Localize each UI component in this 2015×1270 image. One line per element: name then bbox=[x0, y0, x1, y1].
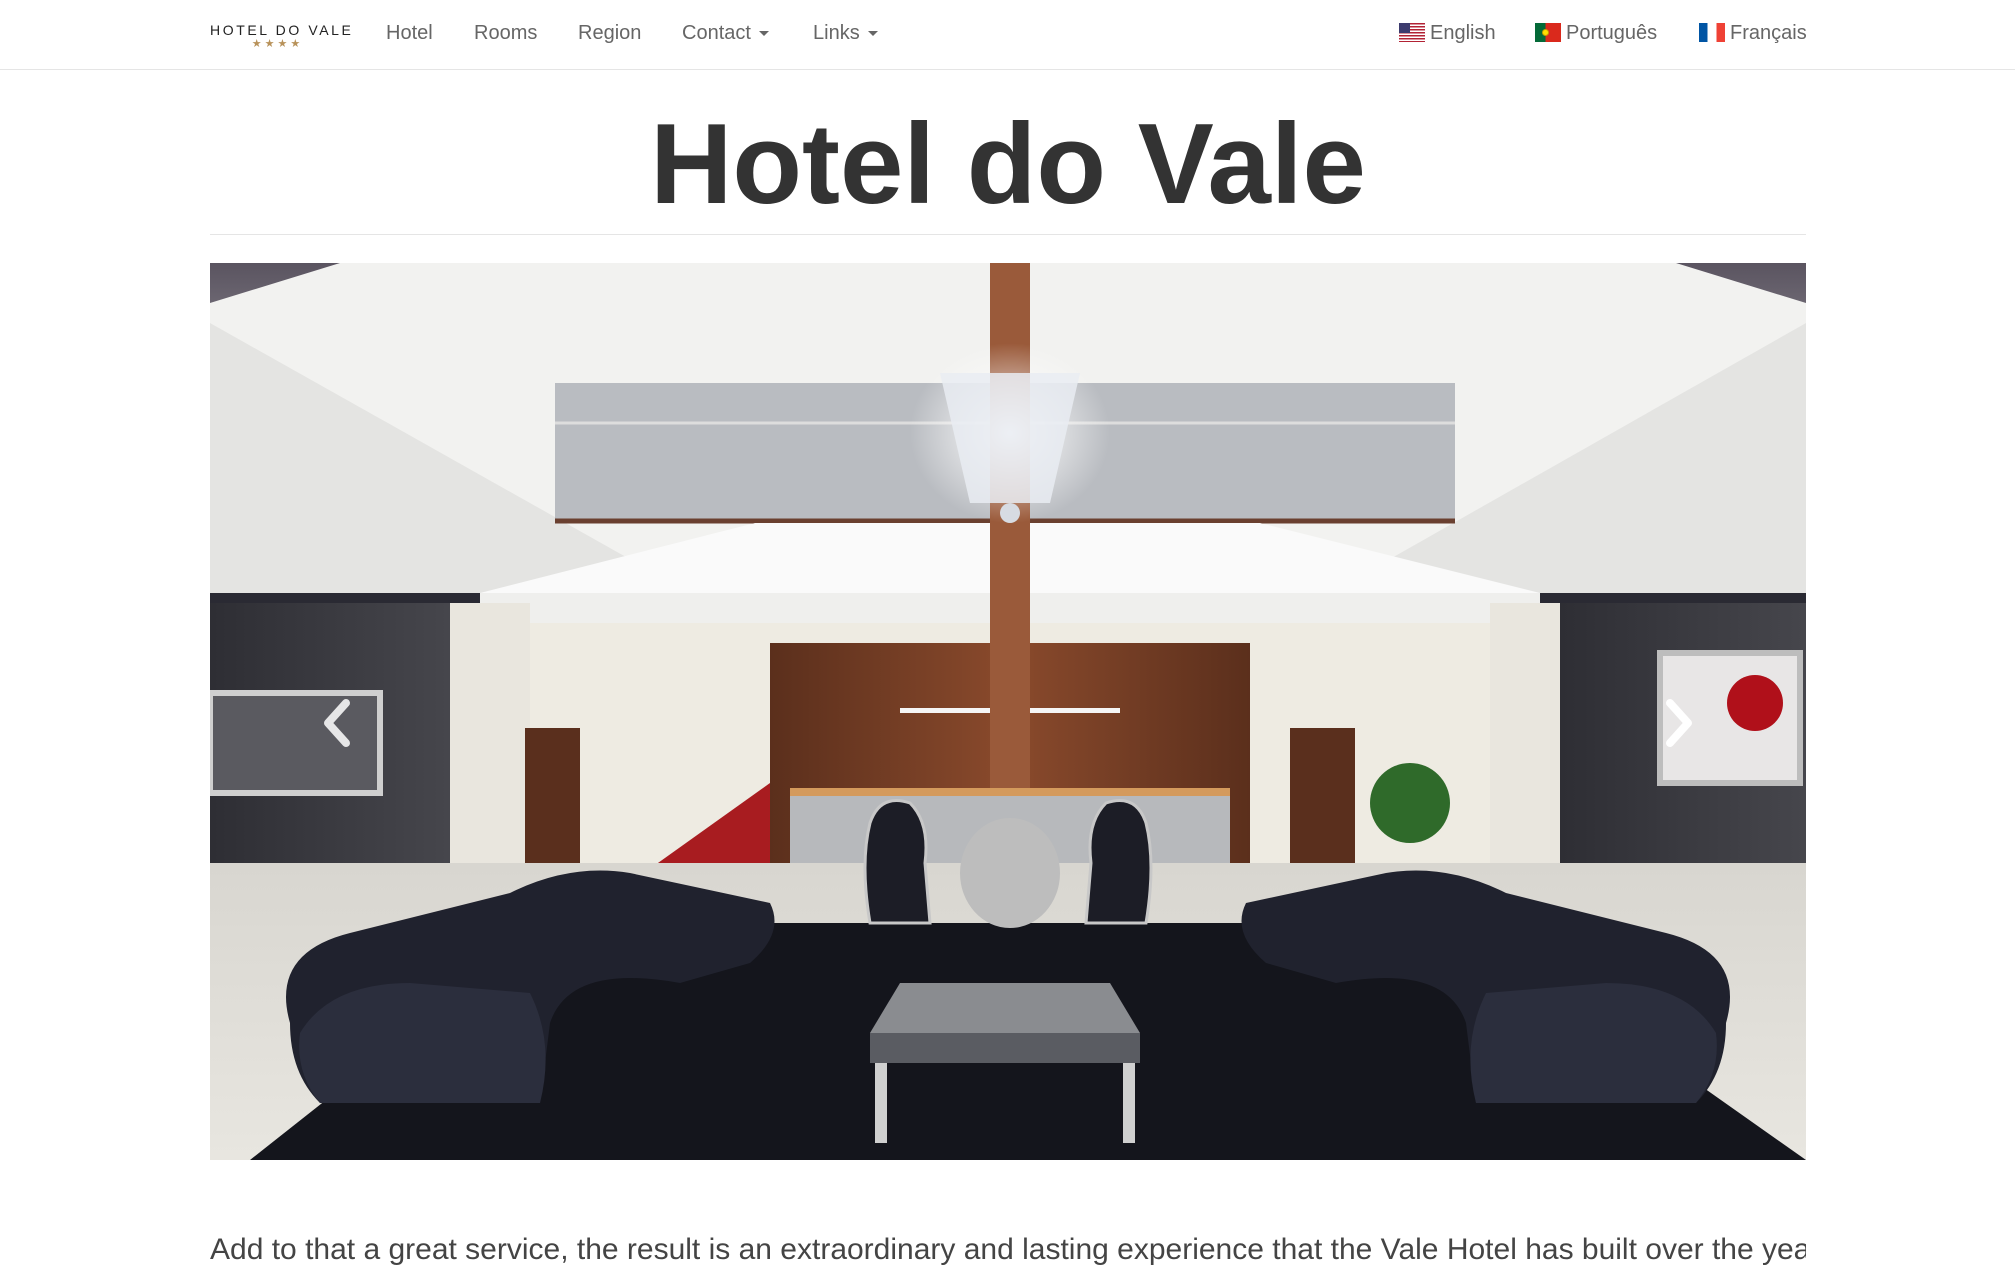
us-flag-icon bbox=[1399, 23, 1425, 42]
nav-item-contact-label: Contact bbox=[682, 22, 751, 44]
brand-stars: ★★★★ bbox=[251, 38, 304, 50]
image-carousel[interactable] bbox=[210, 263, 1806, 1160]
title-divider bbox=[210, 234, 1806, 235]
page-title: Hotel do Vale bbox=[650, 101, 1366, 228]
nav-item-hotel[interactable]: Hotel bbox=[386, 22, 433, 45]
lang-french-label: Français bbox=[1730, 22, 1807, 44]
hotel-lobby-photo bbox=[210, 263, 1806, 1160]
lang-english[interactable]: English bbox=[1399, 22, 1496, 45]
caret-down-icon bbox=[867, 31, 878, 37]
brand-name: HOTEL DO VALE bbox=[210, 22, 354, 38]
nav-item-links[interactable]: Links bbox=[813, 22, 878, 45]
nav-item-rooms[interactable]: Rooms bbox=[474, 22, 537, 45]
chevron-right-icon[interactable] bbox=[1658, 693, 1698, 753]
nav-item-region[interactable]: Region bbox=[578, 22, 641, 45]
lang-portuguese-label: Português bbox=[1566, 22, 1658, 44]
intro-paragraph: Add to that a great service, the result … bbox=[210, 1233, 1806, 1266]
nav-item-links-label: Links bbox=[813, 22, 860, 44]
nav-item-contact[interactable]: Contact bbox=[682, 22, 769, 45]
lang-portuguese[interactable]: Português bbox=[1535, 22, 1657, 45]
chevron-left-icon[interactable] bbox=[318, 693, 358, 753]
lang-french[interactable]: Français bbox=[1699, 22, 1807, 45]
caret-down-icon bbox=[758, 31, 769, 37]
portugal-flag-icon bbox=[1535, 23, 1561, 42]
top-navbar: HOTEL DO VALE ★★★★ Hotel Rooms Region Co… bbox=[0, 0, 2015, 70]
brand-logo[interactable]: HOTEL DO VALE ★★★★ bbox=[210, 22, 354, 50]
lang-english-label: English bbox=[1430, 22, 1496, 44]
france-flag-icon bbox=[1699, 23, 1725, 42]
